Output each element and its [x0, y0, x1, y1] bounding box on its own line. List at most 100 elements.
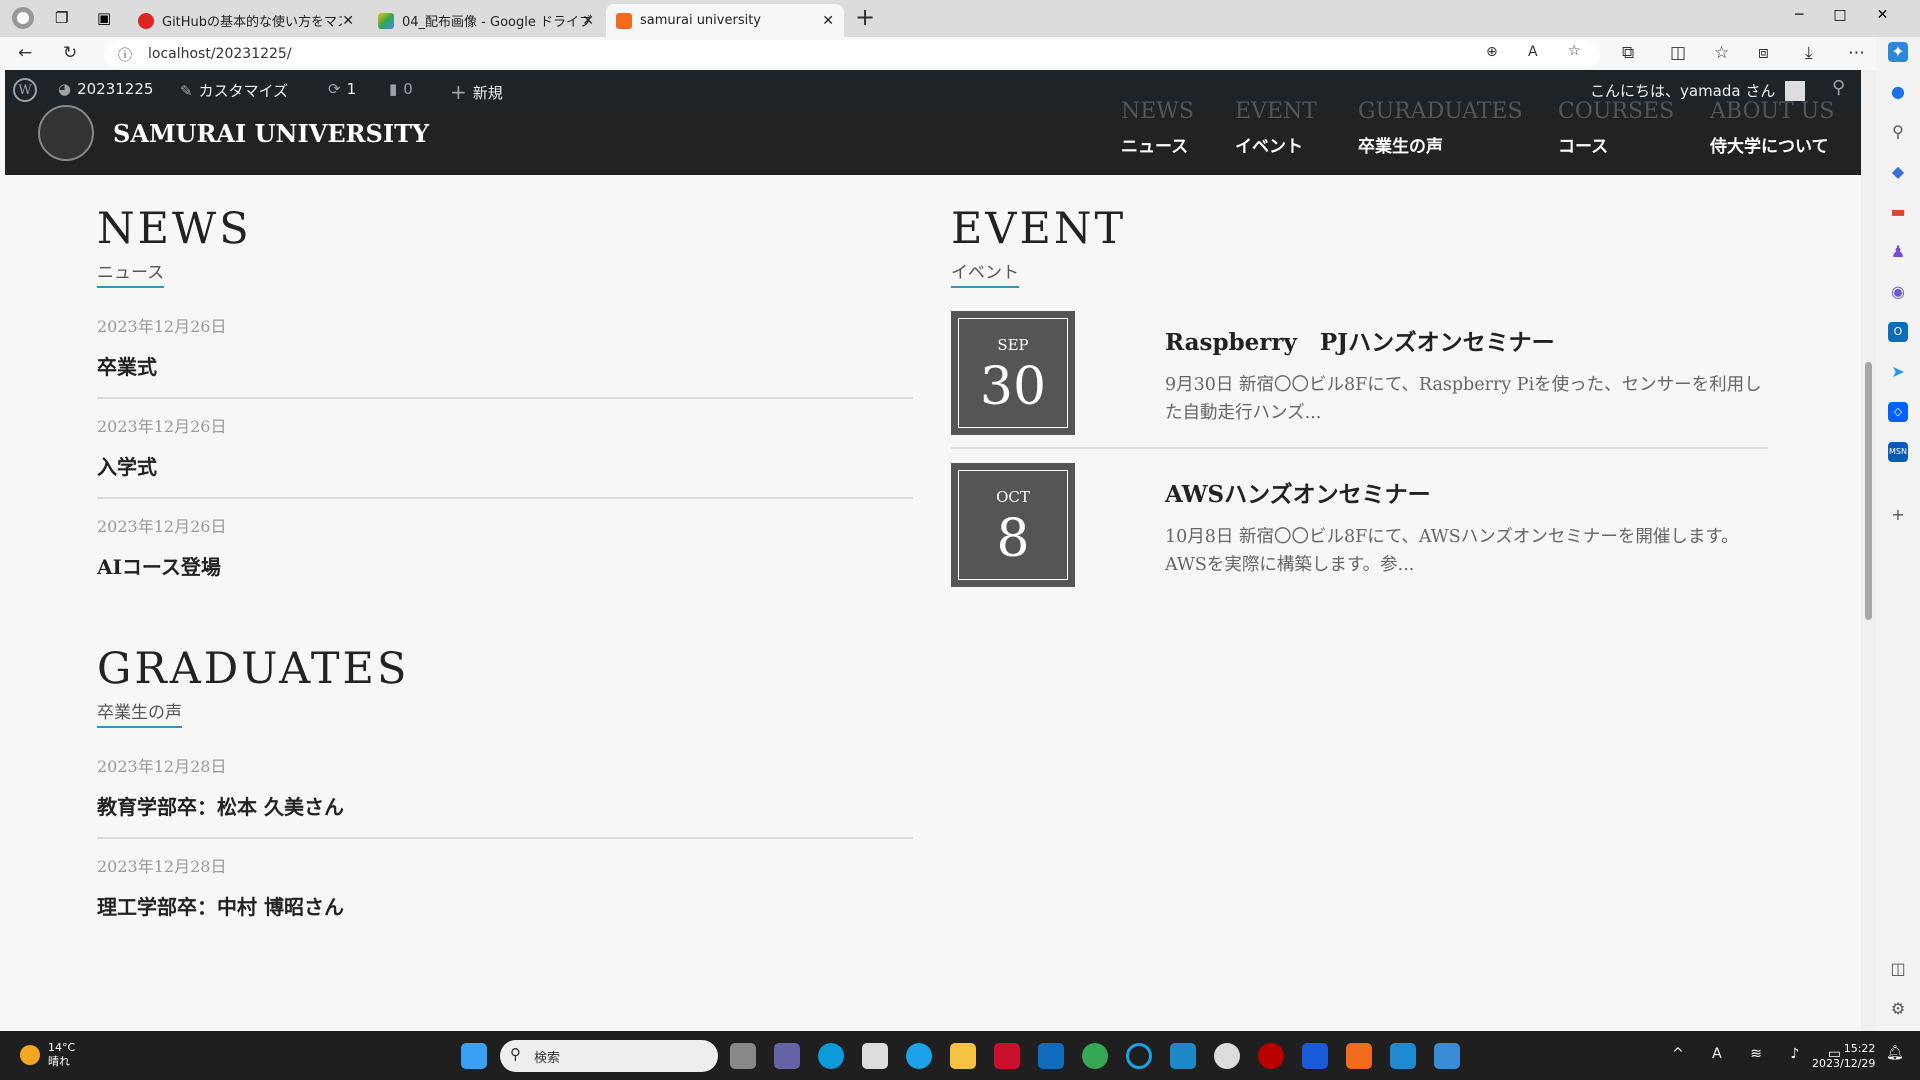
- collections-icon[interactable]: ⧈: [1758, 43, 1769, 63]
- nav-graduates[interactable]: GURADUATES 卒業生の声: [1358, 100, 1523, 158]
- shield-icon[interactable]: [1302, 1043, 1328, 1069]
- reload-icon[interactable]: ↻: [63, 43, 77, 63]
- clock[interactable]: 15:22 2023/12/29: [1812, 1041, 1875, 1071]
- wp-logo-icon[interactable]: W: [13, 78, 37, 102]
- profile-icon[interactable]: [12, 7, 34, 29]
- graduates-subheading[interactable]: 卒業生の声: [97, 698, 182, 728]
- nav-news[interactable]: NEWS ニュース: [1121, 100, 1194, 158]
- outlook-icon[interactable]: O: [1888, 322, 1908, 342]
- updates-link[interactable]: ⟳ 1: [328, 80, 356, 98]
- event-subheading[interactable]: イベント: [951, 258, 1019, 288]
- vertical-tabs-icon[interactable]: ▣: [97, 9, 111, 27]
- graduate-item[interactable]: 2023年12月28日 理工学部卒：中村 博昭さん: [97, 853, 913, 920]
- start-icon[interactable]: [461, 1043, 487, 1069]
- event-description: 9月30日 新宿〇〇ビル8Fにて、Raspberry Piを使った、センサーを利…: [1165, 375, 1762, 423]
- teams-icon[interactable]: [774, 1043, 800, 1069]
- new-content-link[interactable]: + 新規: [450, 80, 503, 104]
- mysql-icon[interactable]: [1170, 1043, 1196, 1069]
- notification-bell-icon[interactable]: 🔔︎: [1886, 1045, 1904, 1061]
- store-icon[interactable]: [862, 1043, 888, 1069]
- page-viewport: W ◕ 20231225 ✎ カスタマイズ ⟳ 1 ▮ 0 + 新規 こんにちは、yama…: [5, 70, 1861, 1031]
- event-title[interactable]: Raspberry PJハンズオンセミナー: [1165, 323, 1555, 357]
- msn-icon[interactable]: MSN: [1888, 442, 1908, 462]
- browser-toolbar: ← ↻ ⓘ localhost/20231225/ ⊕ A ☆ ⧉ ◫ ☆ ⧈ …: [0, 37, 1876, 70]
- settings-icon[interactable]: ⚙: [1888, 999, 1908, 1019]
- xampp-icon[interactable]: [1346, 1043, 1372, 1069]
- new-tab-button[interactable]: +: [855, 3, 875, 31]
- event-item[interactable]: OCT 8 AWSハンズオンセミナー 10月8日 新宿〇〇ビル8Fにて、AWSハン…: [951, 463, 1768, 601]
- event-title[interactable]: AWSハンズオンセミナー: [1165, 475, 1431, 509]
- news-item[interactable]: 2023年12月26日 入学式: [97, 413, 913, 499]
- news-subheading[interactable]: ニュース: [97, 258, 165, 288]
- tools-icon[interactable]: ▬: [1888, 202, 1908, 222]
- university-logo[interactable]: [38, 105, 94, 161]
- event-date-badge: SEP 30: [951, 311, 1075, 435]
- scrollbar-thumb[interactable]: [1865, 362, 1872, 620]
- sidebar-toggle-icon[interactable]: ◫: [1888, 959, 1908, 979]
- back-icon[interactable]: ←: [18, 43, 32, 63]
- extensions-icon[interactable]: ⧉: [1622, 43, 1634, 63]
- microsoft365-icon[interactable]: ◉: [1888, 282, 1908, 302]
- site-name[interactable]: SAMURAI UNIVERSITY: [113, 119, 429, 148]
- dropbox-icon[interactable]: ◇: [1888, 402, 1908, 422]
- info-icon[interactable]: ⓘ: [118, 45, 132, 65]
- mcafee-icon[interactable]: [994, 1043, 1020, 1069]
- chrome-icon[interactable]: [1082, 1043, 1108, 1069]
- site-header: SAMURAI UNIVERSITY NEWS ニュース EVENT イベント GU…: [5, 100, 1861, 175]
- copilot-icon[interactable]: ✦: [1888, 42, 1908, 62]
- help-icon[interactable]: [906, 1043, 932, 1069]
- more-icon[interactable]: ⋯: [1848, 43, 1865, 63]
- shopping-tag-icon[interactable]: ◆: [1888, 162, 1908, 182]
- edge-sidebar: ✦ ● ⚲ ◆ ▬ ♟ ◉ O ➤ ◇ MSN + ◫ ⚙: [1876, 37, 1920, 1031]
- nav-courses[interactable]: COURSES コース: [1558, 100, 1674, 158]
- close-tab-icon[interactable]: ✕: [342, 13, 354, 29]
- avatar: [1785, 80, 1806, 101]
- event-heading: EVENT: [951, 204, 1127, 254]
- search-icon[interactable]: ⚲: [1832, 77, 1845, 98]
- comments-link[interactable]: ▮ 0: [389, 80, 413, 98]
- close-tab-icon[interactable]: ✕: [582, 13, 594, 29]
- tab-google-drive[interactable]: 04_配布画像 - Google ドライブ ✕: [368, 4, 604, 37]
- zoom-icon[interactable]: ⊕: [1486, 44, 1498, 60]
- paint-icon[interactable]: [1434, 1043, 1460, 1069]
- edge-icon[interactable]: [818, 1043, 844, 1069]
- account-menu[interactable]: こんにちは、yamada さん: [1590, 80, 1806, 101]
- dashboard-icon: ◕: [58, 80, 72, 98]
- add-icon[interactable]: +: [1888, 505, 1908, 525]
- cortana-icon[interactable]: [1126, 1043, 1152, 1069]
- vscode-icon[interactable]: [1390, 1043, 1416, 1069]
- graduate-item[interactable]: 2023年12月28日 教育学部卒：松本 久美さん: [97, 753, 913, 839]
- news-item[interactable]: 2023年12月26日 卒業式: [97, 313, 913, 399]
- customize-link[interactable]: ✎ カスタマイズ: [180, 80, 288, 101]
- taskbar: 14°C 晴れ ⚲ 検索 ^ A ≋ ♪ ▭ 15:22 2023/12/29 🔔︎: [0, 1031, 1920, 1080]
- nav-about[interactable]: ABOUT US 侍大学について: [1710, 100, 1834, 158]
- favorites-icon[interactable]: ☆: [1714, 43, 1729, 63]
- games-icon[interactable]: ♟: [1888, 242, 1908, 262]
- tab-samurai-university[interactable]: samurai university ✕: [606, 4, 844, 37]
- split-screen-icon[interactable]: ◫: [1670, 43, 1686, 63]
- taskbar-search[interactable]: ⚲ 検索: [500, 1040, 718, 1072]
- bell-icon[interactable]: ●: [1888, 82, 1908, 102]
- outlook-icon[interactable]: [1038, 1043, 1064, 1069]
- news-item[interactable]: 2023年12月26日 AIコース登場: [97, 513, 913, 580]
- nav-event[interactable]: EVENT イベント: [1235, 100, 1317, 158]
- compass-icon[interactable]: [1214, 1043, 1240, 1069]
- event-item[interactable]: SEP 30 Raspberry PJハンズオンセミナー 9月30日 新宿〇〇ビル…: [951, 311, 1768, 449]
- window-controls[interactable]: ─□✕: [1795, 7, 1918, 23]
- tab-github[interactable]: GitHubの基本的な使い方をマスター✕: [128, 4, 364, 37]
- weather-widget[interactable]: 14°C 晴れ: [20, 1041, 75, 1069]
- favorite-star-icon[interactable]: ☆: [1568, 43, 1581, 59]
- workspaces-icon[interactable]: ❐: [55, 9, 68, 27]
- file-explorer-icon[interactable]: [950, 1043, 976, 1069]
- send-icon[interactable]: ➤: [1888, 362, 1908, 382]
- page-scrollbar[interactable]: [1861, 70, 1876, 1031]
- address-bar[interactable]: ⓘ localhost/20231225/ ⊕ A ☆: [104, 40, 1600, 68]
- task-view-icon[interactable]: [730, 1043, 756, 1069]
- admin-site-link[interactable]: ◕ 20231225: [58, 80, 153, 98]
- downloads-icon[interactable]: ⤓: [1805, 43, 1813, 63]
- close-tab-icon[interactable]: ✕: [822, 13, 834, 29]
- search-sidebar-icon[interactable]: ⚲: [1888, 122, 1908, 142]
- app-red-icon[interactable]: [1258, 1043, 1284, 1069]
- comment-icon: ▮: [389, 80, 398, 98]
- read-aloud-icon[interactable]: A: [1528, 44, 1538, 60]
